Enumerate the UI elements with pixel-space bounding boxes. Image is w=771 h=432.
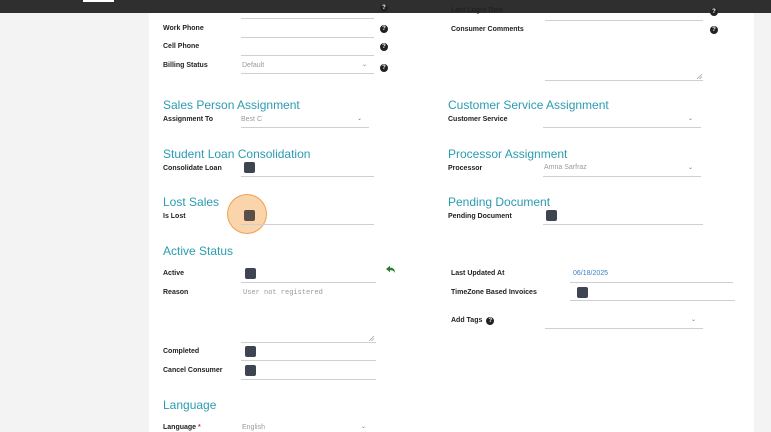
assignment-to-underline bbox=[241, 127, 369, 128]
processor-underline bbox=[543, 176, 701, 177]
active-tab-indicator bbox=[83, 0, 114, 2]
last-updated-at-underline bbox=[570, 282, 733, 283]
student-loan-consolidation-title: Student Loan Consolidation bbox=[163, 147, 311, 161]
pending-document-label: Pending Document bbox=[448, 213, 512, 220]
reason-underline bbox=[241, 342, 376, 343]
chevron-down-icon[interactable]: ⌄ bbox=[688, 116, 693, 122]
question-circle-icon[interactable]: ? bbox=[380, 25, 388, 33]
last-updated-at-value: 06/18/2025 bbox=[573, 270, 609, 277]
processor-label: Processor bbox=[448, 165, 483, 172]
cell-phone-label: Cell Phone bbox=[163, 43, 200, 50]
cancel-consumer-underline bbox=[241, 379, 376, 380]
chevron-down-icon[interactable]: ⌄ bbox=[362, 62, 367, 68]
consolidate-loan-checkbox[interactable] bbox=[244, 162, 255, 173]
active-status-title: Active Status bbox=[163, 244, 234, 258]
billing-status-select[interactable]: Default bbox=[242, 62, 264, 69]
active-label: Active bbox=[163, 270, 185, 277]
cancel-consumer-label: Cancel Consumer bbox=[163, 367, 223, 374]
timezone-invoices-label: TimeZone Based Invoices bbox=[451, 289, 537, 296]
pending-document-checkbox[interactable] bbox=[546, 210, 557, 221]
timezone-invoices-checkbox[interactable] bbox=[577, 287, 588, 298]
reason-textarea[interactable]: User not registered bbox=[243, 289, 323, 297]
chevron-down-icon[interactable]: ⌄ bbox=[691, 317, 696, 323]
add-tags-label-text: Add Tags bbox=[451, 317, 483, 324]
question-circle-icon[interactable]: ? bbox=[380, 43, 388, 51]
reason-label: Reason bbox=[163, 289, 189, 296]
work-phone-field[interactable] bbox=[241, 37, 374, 38]
processor-assignment-title: Processor Assignment bbox=[448, 147, 568, 161]
active-underline bbox=[241, 282, 376, 283]
customer-service-select[interactable] bbox=[543, 127, 701, 128]
billing-status-underline bbox=[241, 73, 374, 74]
customer-service-assignment-title: Customer Service Assignment bbox=[448, 98, 609, 112]
consolidate-loan-label: Consolidate Loan bbox=[163, 165, 222, 172]
completed-checkbox[interactable] bbox=[245, 346, 256, 357]
consumer-comments-label: Consumer Comments bbox=[451, 26, 524, 33]
is-lost-checkbox[interactable] bbox=[244, 210, 255, 221]
last-login-date-underline bbox=[545, 20, 703, 21]
billing-status-label: Billing Status bbox=[163, 62, 208, 69]
chevron-down-icon[interactable]: ⌄ bbox=[688, 165, 693, 171]
add-tags-select[interactable] bbox=[545, 328, 703, 329]
chevron-down-icon[interactable]: ⌄ bbox=[357, 116, 362, 122]
processor-select[interactable]: Amna Sarfraz bbox=[544, 164, 587, 171]
question-circle-icon[interactable]: ? bbox=[380, 64, 388, 72]
chevron-down-icon[interactable]: ⌄ bbox=[361, 424, 366, 430]
is-lost-label: Is Lost bbox=[163, 213, 186, 220]
work-phone-label: Work Phone bbox=[163, 25, 204, 32]
question-circle-icon[interactable]: ? bbox=[380, 4, 388, 12]
completed-label: Completed bbox=[163, 348, 200, 355]
assignment-to-select[interactable]: Best C bbox=[241, 116, 262, 123]
lost-sales-title: Lost Sales bbox=[163, 195, 220, 209]
assignment-to-label: Assignment To bbox=[163, 116, 214, 123]
question-circle-icon[interactable]: ? bbox=[710, 26, 718, 34]
cell-phone-field[interactable] bbox=[241, 55, 374, 56]
active-checkbox[interactable] bbox=[245, 268, 256, 279]
cancel-consumer-checkbox[interactable] bbox=[245, 365, 256, 376]
language-label: Language * bbox=[163, 424, 201, 431]
consolidate-loan-underline bbox=[241, 176, 374, 177]
add-tags-label: Add Tags ? bbox=[451, 317, 495, 325]
undo-arrow-icon[interactable] bbox=[385, 265, 396, 274]
is-lost-underline bbox=[241, 224, 374, 225]
resize-grip-icon[interactable] bbox=[697, 74, 702, 79]
top-field-underline bbox=[241, 18, 374, 19]
language-label-text: Language bbox=[163, 424, 197, 431]
completed-underline bbox=[241, 360, 376, 361]
pending-document-title: Pending Document bbox=[448, 195, 551, 209]
pending-document-underline bbox=[543, 224, 703, 225]
required-marker: * bbox=[198, 424, 201, 431]
consumer-comments-textarea[interactable] bbox=[545, 80, 703, 81]
resize-grip-icon[interactable] bbox=[369, 336, 374, 341]
last-login-date-label: Last Login Date bbox=[451, 7, 504, 14]
sales-person-assignment-title: Sales Person Assignment bbox=[163, 98, 300, 112]
customer-service-label: Customer Service bbox=[448, 116, 508, 123]
language-title: Language bbox=[163, 398, 217, 412]
timezone-invoices-underline bbox=[570, 300, 735, 301]
last-updated-at-label: Last Updated At bbox=[451, 270, 505, 277]
language-select[interactable]: English bbox=[242, 424, 265, 431]
question-circle-icon[interactable]: ? bbox=[710, 8, 718, 16]
